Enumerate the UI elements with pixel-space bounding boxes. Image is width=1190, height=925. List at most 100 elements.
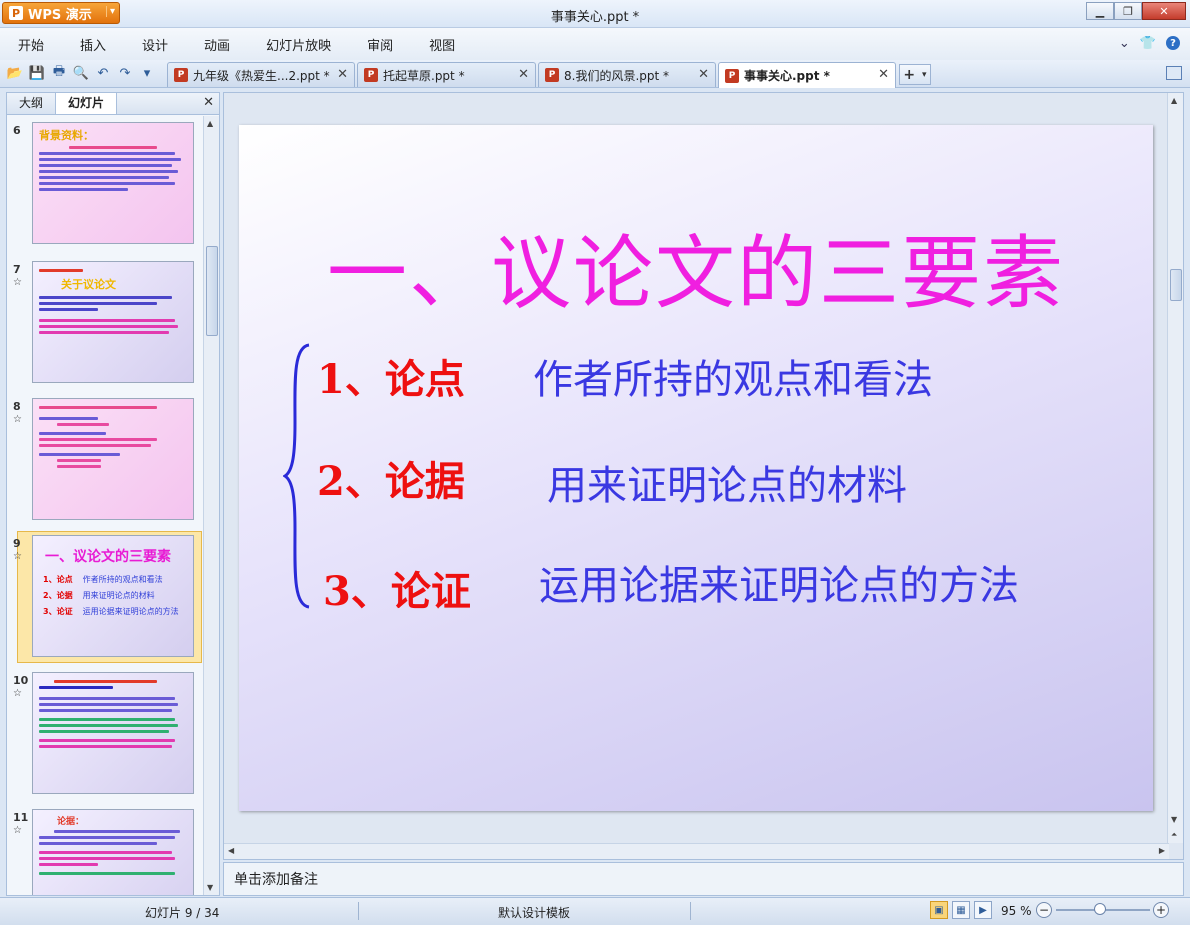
undo-icon[interactable]: ↶ <box>94 64 112 82</box>
slideshow-icon[interactable]: ▶ <box>974 901 992 919</box>
menu-view[interactable]: 视图 <box>411 35 473 54</box>
scrollbar-thumb[interactable] <box>1170 269 1182 301</box>
zoom-out-button[interactable]: − <box>1036 902 1052 918</box>
editor-vertical-scrollbar[interactable]: ▲ ▼ ⏶ <box>1167 93 1183 843</box>
slide-thumbnail-8[interactable] <box>32 398 194 520</box>
print-preview-icon[interactable]: 🔍 <box>72 64 90 82</box>
slide-thumbnail-9[interactable]: 一、议论文的三要素 1、论点 作者所持的观点和看法 2、论据 用来证明论点的材料… <box>32 535 194 657</box>
menu-insert[interactable]: 插入 <box>62 35 124 54</box>
thumbnail-point: 2、论据 <box>43 591 73 600</box>
close-tab-icon[interactable]: ✕ <box>878 67 889 82</box>
close-tab-icon[interactable]: ✕ <box>518 67 529 82</box>
zoom-in-button[interactable]: + <box>1153 902 1169 918</box>
plus-icon: + <box>903 66 916 83</box>
menu-review[interactable]: 审阅 <box>349 35 411 54</box>
window-layout-icon[interactable] <box>1166 66 1182 80</box>
open-folder-icon[interactable]: 📂 <box>6 64 24 82</box>
maximize-button[interactable]: ❐ <box>1114 2 1142 20</box>
redo-icon[interactable]: ↷ <box>116 64 134 82</box>
close-panel-icon[interactable]: ✕ <box>203 95 214 110</box>
curly-brace-shape <box>283 343 310 609</box>
ppt-file-icon: P <box>174 68 188 82</box>
tab-label: 九年级《热爱生...2.ppt * <box>193 68 330 83</box>
window-controls: ▁ ❐ ✕ <box>1086 2 1186 20</box>
editor-horizontal-scrollbar[interactable]: ◀ ▶ <box>224 843 1169 859</box>
scroll-down-icon[interactable]: ▼ <box>207 883 213 892</box>
thumbnail-title: 论据： <box>57 817 85 827</box>
slide-thumbnail-11[interactable]: 论据： <box>32 809 194 895</box>
slide-point-3[interactable]: 3、论证 <box>323 559 471 617</box>
slide-thumbnail-6[interactable]: 背景资料： <box>32 122 194 244</box>
slide-title[interactable]: 一、议论文的三要素 <box>239 209 1153 325</box>
ppt-file-icon: P <box>364 68 378 82</box>
status-bar: 幻灯片 9 / 34 默认设计模板 ▣ ▦ ▶ 95 % − + <box>0 897 1190 925</box>
ppt-file-icon: P <box>725 68 739 83</box>
menu-slideshow[interactable]: 幻灯片放映 <box>248 35 349 54</box>
slide-desc-1[interactable]: 作者所持的观点和看法 <box>533 347 933 405</box>
tab-slides[interactable]: 幻灯片 <box>55 93 118 114</box>
close-window-button[interactable]: ✕ <box>1142 2 1186 20</box>
view-switcher: ▣ ▦ ▶ <box>930 901 992 919</box>
minimize-button[interactable]: ▁ <box>1086 2 1114 20</box>
slide-counter: 幻灯片 9 / 34 <box>145 906 220 920</box>
tab-document-active[interactable]: P 事事关心.ppt * ✕ <box>718 62 896 88</box>
tab-label: 事事关心.ppt * <box>744 69 830 83</box>
menu-home[interactable]: 开始 <box>0 35 62 54</box>
print-icon[interactable]: 🖶 <box>50 64 68 82</box>
slide-thumbnails: 6 背景资料： 7 ☆ 关于议论文 8 ☆ 9 ☆ 一、议论文的三要素 1、论点… <box>7 116 203 895</box>
tab-document-2[interactable]: P 托起草原.ppt * ✕ <box>357 62 536 87</box>
zoom-slider-handle[interactable] <box>1094 903 1106 915</box>
scrollbar-thumb[interactable] <box>206 246 218 336</box>
tab-outline[interactable]: 大纲 <box>7 93 55 114</box>
close-tab-icon[interactable]: ✕ <box>337 67 348 82</box>
customize-dropdown-icon[interactable]: ▾ <box>138 64 156 82</box>
slide-point-1[interactable]: 1、论点 <box>317 347 465 405</box>
status-divider <box>690 902 691 920</box>
slide-number: 7 <box>13 263 21 276</box>
zoom-level: 95 % <box>1001 904 1032 918</box>
animation-star-icon: ☆ <box>13 551 22 562</box>
slide-thumbnail-10[interactable] <box>32 672 194 794</box>
thumbnail-row: 3、论证 运用论据来证明论点的方法 <box>43 606 193 617</box>
tab-document-1[interactable]: P 九年级《热爱生...2.ppt * ✕ <box>167 62 355 87</box>
animation-star-icon: ☆ <box>13 688 22 699</box>
close-tab-icon[interactable]: ✕ <box>698 67 709 82</box>
menu-bar: 开始 插入 设计 动画 幻灯片放映 审阅 视图 ⌄ 👕 ? <box>0 28 1190 60</box>
tab-label: 8.我们的风景.ppt * <box>564 68 670 83</box>
slide-number: 10 <box>13 674 29 687</box>
slide-sorter-icon[interactable]: ▦ <box>952 901 970 919</box>
status-divider <box>358 902 359 920</box>
design-template-label: 默认设计模板 <box>498 906 571 920</box>
scroll-right-icon[interactable]: ▶ <box>1159 846 1165 855</box>
animation-star-icon: ☆ <box>13 277 22 288</box>
save-icon[interactable]: 💾 <box>28 64 46 82</box>
slide-number: 8 <box>13 400 21 413</box>
scroll-up-icon[interactable]: ▲ <box>1171 96 1177 105</box>
tab-label: 托起草原.ppt * <box>383 68 465 83</box>
slide-point-2[interactable]: 2、论据 <box>317 449 465 507</box>
scroll-up-icon[interactable]: ▲ <box>207 119 213 128</box>
collapse-ribbon-icon[interactable]: ⌄ <box>1119 36 1130 51</box>
skin-icon[interactable]: 👕 <box>1140 36 1156 51</box>
help-icon[interactable]: ? <box>1166 36 1180 50</box>
thumbnail-desc: 用来证明论点的材料 <box>82 591 155 600</box>
slide-desc-2[interactable]: 用来证明论点的材料 <box>547 453 907 511</box>
scroll-down-icon[interactable]: ▼ <box>1171 815 1177 824</box>
menu-animation[interactable]: 动画 <box>186 35 248 54</box>
previous-slide-icon[interactable]: ⏶ <box>1171 830 1177 840</box>
menu-design[interactable]: 设计 <box>124 35 186 54</box>
current-slide[interactable]: 一、议论文的三要素 1、论点 作者所持的观点和看法 2、论据 用来证明论点的材料… <box>239 125 1153 811</box>
thumbnail-point: 3、论证 <box>43 607 73 616</box>
thumbnails-scrollbar[interactable]: ▲ ▼ <box>203 116 219 895</box>
menu-right-tools: ⌄ 👕 ? <box>1119 36 1180 51</box>
scroll-left-icon[interactable]: ◀ <box>228 846 234 855</box>
notes-pane[interactable]: 单击添加备注 <box>223 862 1184 896</box>
tab-document-3[interactable]: P 8.我们的风景.ppt * ✕ <box>538 62 716 87</box>
slide-thumbnail-7[interactable]: 关于议论文 <box>32 261 194 383</box>
slide-desc-3[interactable]: 运用论据来证明论点的方法 <box>539 553 1019 611</box>
notes-placeholder[interactable]: 单击添加备注 <box>234 872 318 888</box>
slide-number: 6 <box>13 124 21 137</box>
normal-view-icon[interactable]: ▣ <box>930 901 948 919</box>
new-tab-button[interactable]: + ▾ <box>899 64 931 85</box>
panel-tabs: 大纲 幻灯片 ✕ <box>7 93 219 115</box>
